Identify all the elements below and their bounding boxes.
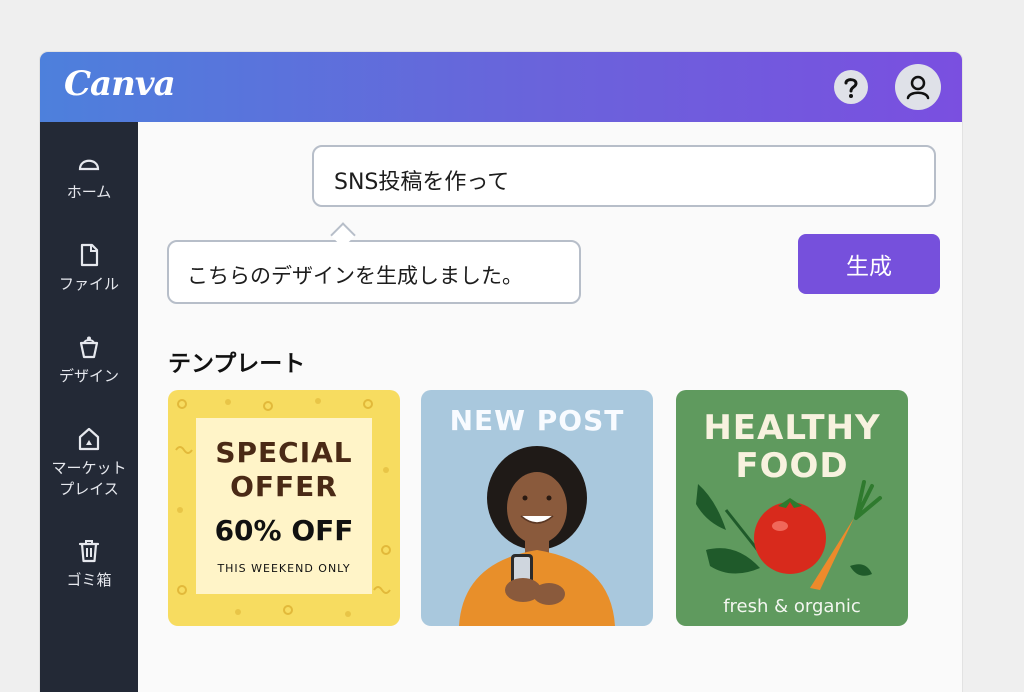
sidebar-item-label: デザイン bbox=[58, 367, 119, 385]
sidebar-item-label: ホーム bbox=[66, 183, 112, 201]
sidebar-item-home[interactable]: ホーム bbox=[40, 150, 138, 203]
sidebar-item-files[interactable]: ファイル bbox=[40, 242, 138, 295]
help-button[interactable] bbox=[834, 70, 868, 104]
generate-button[interactable]: 生成 bbox=[798, 234, 940, 294]
offer-line-offer: OFFER bbox=[230, 470, 338, 503]
file-icon bbox=[80, 243, 99, 267]
vegetables-illustration bbox=[696, 480, 882, 590]
offer-note: THIS WEEKEND ONLY bbox=[217, 562, 351, 575]
ai-reply-bubble: こちらのデザインを生成しました。 bbox=[167, 240, 581, 304]
user-prompt-bubble: SNS投稿を作って bbox=[312, 145, 936, 207]
sidebar-item-label: ゴミ箱 bbox=[66, 571, 112, 589]
account-button[interactable] bbox=[895, 64, 941, 110]
home-icon bbox=[78, 159, 100, 171]
marketplace-icon bbox=[78, 427, 100, 451]
top-bar: Canva bbox=[40, 52, 962, 122]
main-content: SNS投稿を作って こちらのデザインを生成しました。 生成 テンプレート SPE… bbox=[138, 122, 962, 692]
sidebar: ホーム ファイル デザイン マーケット プレイス ゴミ箱 bbox=[40, 122, 138, 692]
healthy-subtitle: fresh & organic bbox=[723, 596, 861, 617]
bucket-icon bbox=[79, 336, 99, 359]
templates-heading: テンプレート bbox=[168, 351, 306, 377]
canva-logo[interactable]: Canva bbox=[64, 64, 176, 104]
template-card-healthy-food[interactable]: HEALTHY FOOD fresh & organic bbox=[676, 390, 908, 626]
app-window: Canva ホーム ファイル デザイン マーケット プレイス ゴミ箱 SNS投稿… bbox=[40, 52, 962, 692]
sidebar-item-label: ファイル bbox=[58, 275, 119, 293]
user-icon bbox=[906, 75, 930, 100]
offer-panel: SPECIAL OFFER 60% OFF THIS WEEKEND ONLY bbox=[196, 418, 372, 594]
sidebar-item-marketplace[interactable]: マーケット プレイス bbox=[40, 426, 138, 500]
sidebar-item-trash[interactable]: ゴミ箱 bbox=[40, 538, 138, 591]
template-card-new-post[interactable]: NEW POST bbox=[421, 390, 653, 626]
trash-icon bbox=[78, 540, 100, 563]
offer-discount: 60% OFF bbox=[214, 514, 354, 547]
sidebar-item-design[interactable]: デザイン bbox=[40, 334, 138, 387]
person-with-phone-illustration bbox=[459, 446, 615, 626]
question-mark-icon bbox=[844, 78, 858, 98]
offer-line-special: SPECIAL bbox=[215, 436, 353, 469]
sidebar-item-label: マーケット プレイス bbox=[51, 459, 127, 498]
template-card-special-offer[interactable]: SPECIAL OFFER 60% OFF THIS WEEKEND ONLY bbox=[168, 390, 400, 626]
